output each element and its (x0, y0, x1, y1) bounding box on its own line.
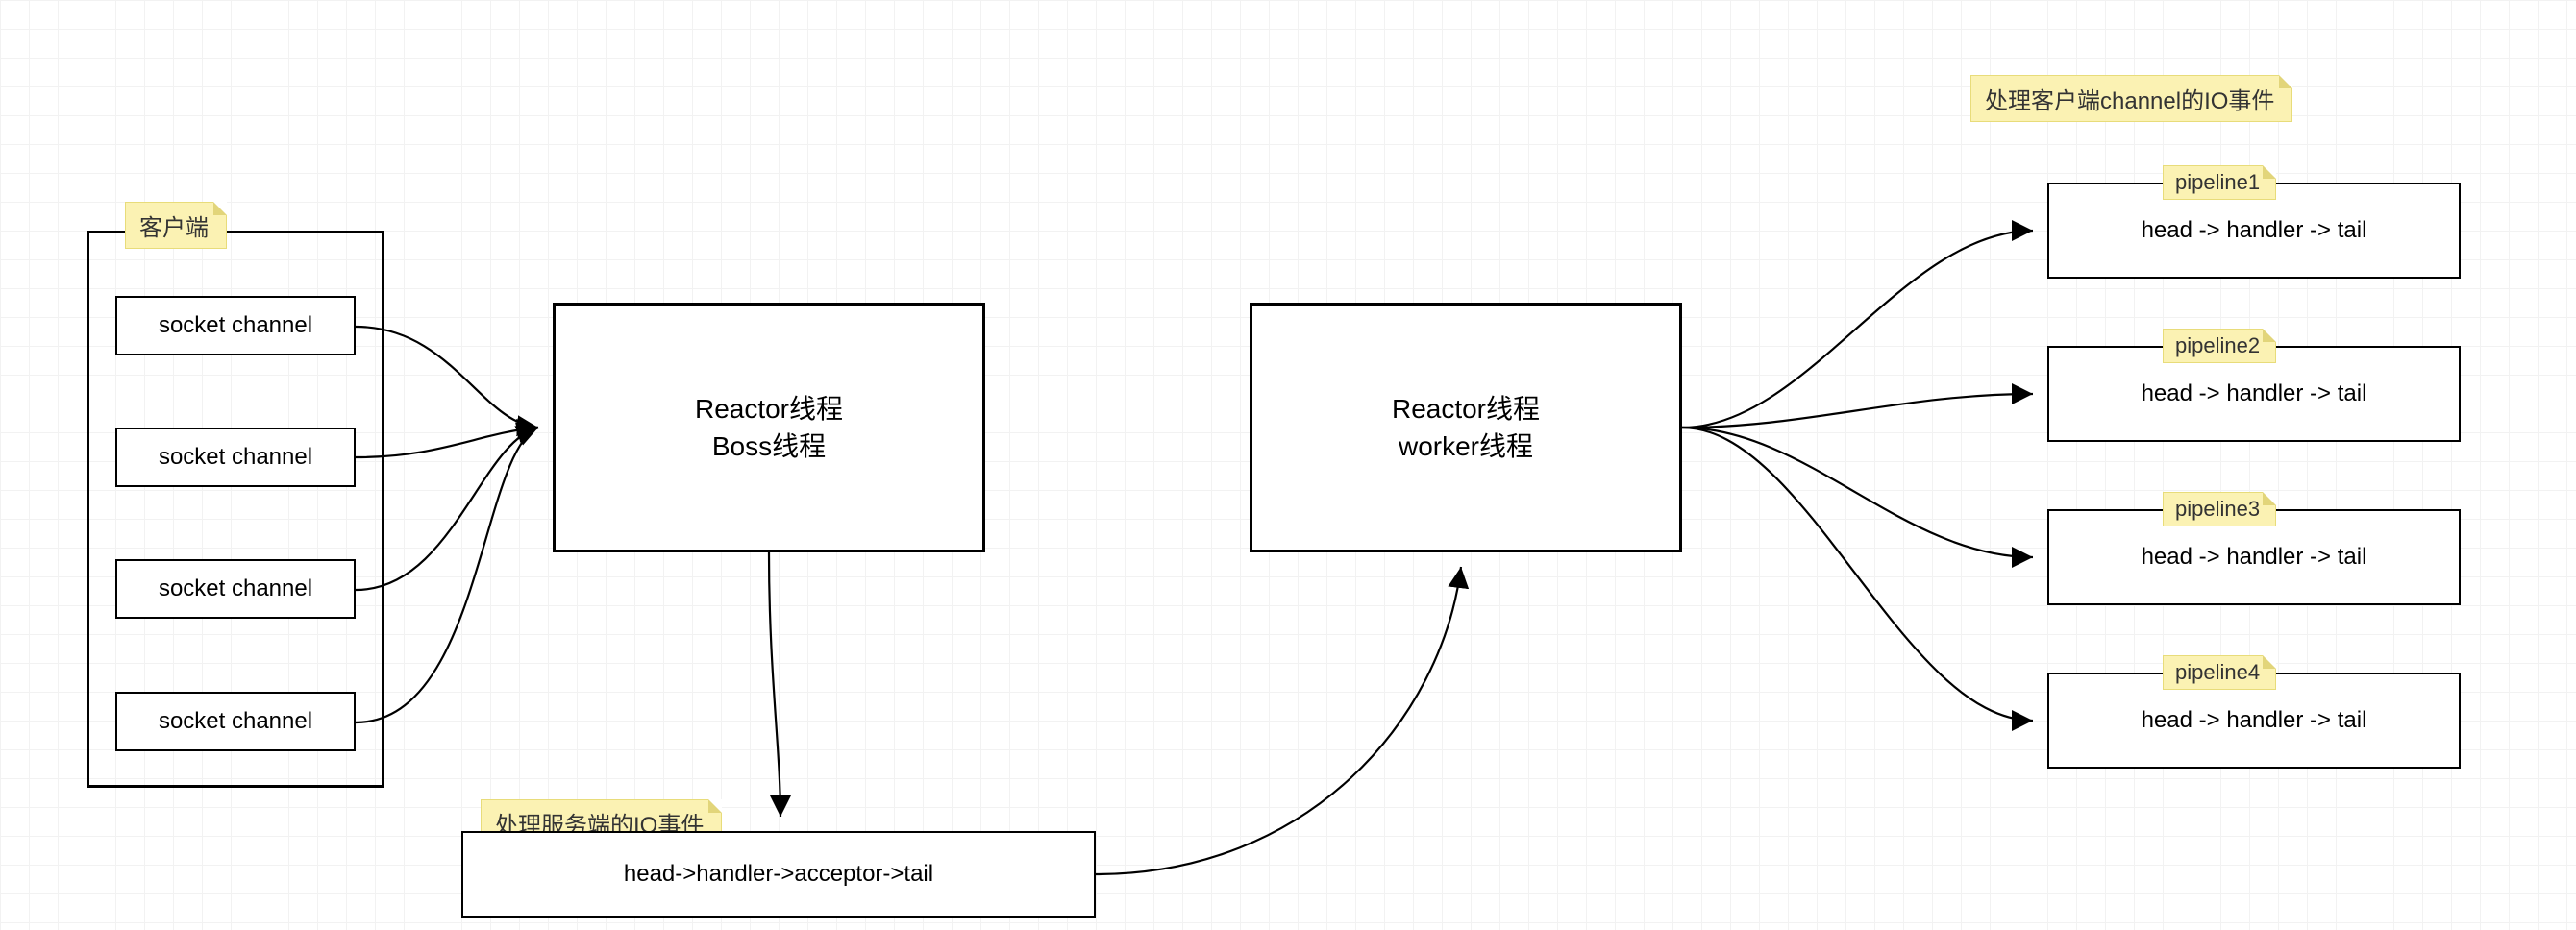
edge-serverpipeline-to-worker (1096, 567, 1461, 874)
socket-channel-2-text: socket channel (159, 573, 312, 605)
boss-reactor-line1: Reactor线程 (695, 390, 843, 428)
pipeline-2-label-note: pipeline2 (2163, 329, 2276, 363)
pipeline-3-label-text: pipeline3 (2175, 497, 2260, 521)
client-label-text: 客户端 (139, 215, 209, 241)
pipeline-1-label-text: pipeline1 (2175, 170, 2260, 194)
pipeline-4-label-text: pipeline4 (2175, 660, 2260, 684)
boss-reactor-box: Reactor线程 Boss线程 (553, 303, 985, 552)
pipeline-4-label-note: pipeline4 (2163, 655, 2276, 690)
pipeline-3-label-note: pipeline3 (2163, 492, 2276, 526)
client-label-note: 客户端 (125, 202, 227, 249)
socket-channel-2: socket channel (115, 559, 356, 619)
socket-channel-0: socket channel (115, 296, 356, 355)
edge-worker-to-pipeline4 (1682, 428, 2033, 721)
edge-worker-to-pipeline2 (1682, 394, 2033, 428)
pipeline-1-label-note: pipeline1 (2163, 165, 2276, 200)
pipeline-3-content: head -> handler -> tail (2142, 541, 2367, 574)
edge-worker-to-pipeline3 (1682, 428, 2033, 557)
boss-reactor-line2: Boss线程 (712, 428, 826, 465)
server-pipeline-box: head->handler->acceptor->tail (461, 831, 1096, 918)
socket-channel-3-text: socket channel (159, 705, 312, 738)
pipeline-1-content: head -> handler -> tail (2142, 214, 2367, 247)
pipeline-4-content: head -> handler -> tail (2142, 704, 2367, 737)
client-io-label-note: 处理客户端channel的IO事件 (1970, 75, 2292, 122)
socket-channel-0-text: socket channel (159, 309, 312, 342)
worker-reactor-line2: worker线程 (1399, 428, 1533, 465)
edge-boss-to-serverpipeline (769, 552, 780, 817)
socket-channel-1: socket channel (115, 428, 356, 487)
worker-reactor-line1: Reactor线程 (1392, 390, 1540, 428)
worker-reactor-box: Reactor线程 worker线程 (1250, 303, 1682, 552)
pipeline-2-label-text: pipeline2 (2175, 333, 2260, 357)
socket-channel-1-text: socket channel (159, 441, 312, 474)
pipeline-2-content: head -> handler -> tail (2142, 378, 2367, 410)
edge-worker-to-pipeline1 (1682, 231, 2033, 428)
socket-channel-3: socket channel (115, 692, 356, 751)
diagram-canvas: 客户端 socket channel socket channel socket… (0, 0, 2576, 930)
server-pipeline-content: head->handler->acceptor->tail (624, 858, 933, 891)
client-io-label-text: 处理客户端channel的IO事件 (1985, 88, 2274, 114)
